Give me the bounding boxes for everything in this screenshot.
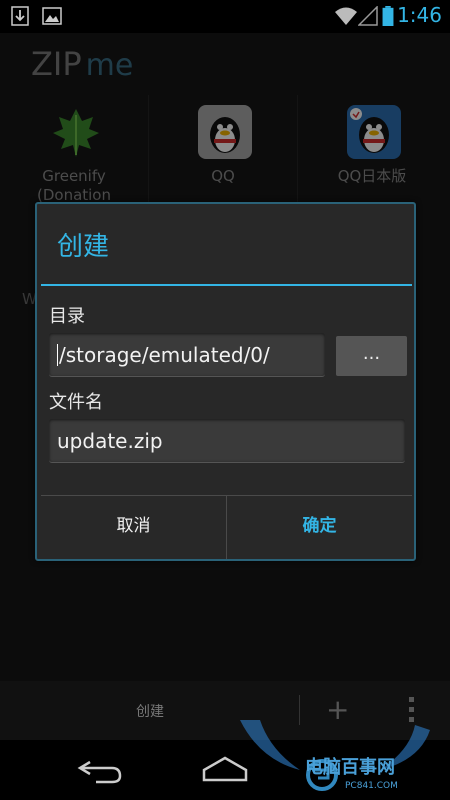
back-icon[interactable] [76,754,126,786]
clock: 1:46 [397,3,442,27]
download-icon [11,6,29,26]
create-button[interactable]: 创建 [136,701,164,721]
cancel-button[interactable]: 取消 [41,496,226,559]
directory-value: /storage/emulated/0/ [59,343,270,367]
dialog-title: 创建 [57,232,110,262]
text-cursor [57,344,58,366]
watermark-text: 电脑百事网 [305,757,395,778]
browse-button[interactable]: ... [336,336,407,376]
signal-icon [358,6,378,26]
filename-value: update.zip [57,429,163,453]
title-divider [41,284,412,286]
directory-input[interactable]: /storage/emulated/0/ [49,333,325,377]
image-icon [42,7,62,25]
directory-label: 目录 [49,306,85,327]
filename-input[interactable]: update.zip [49,419,405,463]
create-dialog: 创建 目录 /storage/emulated/0/ ... 文件名 updat… [35,202,416,561]
status-bar: 1:46 [0,0,450,33]
battery-icon [382,6,394,26]
filename-label: 文件名 [49,392,103,413]
wifi-icon [335,7,357,25]
ok-button[interactable]: 确定 [227,496,412,559]
watermark-sub: PC841.COM [345,781,398,791]
